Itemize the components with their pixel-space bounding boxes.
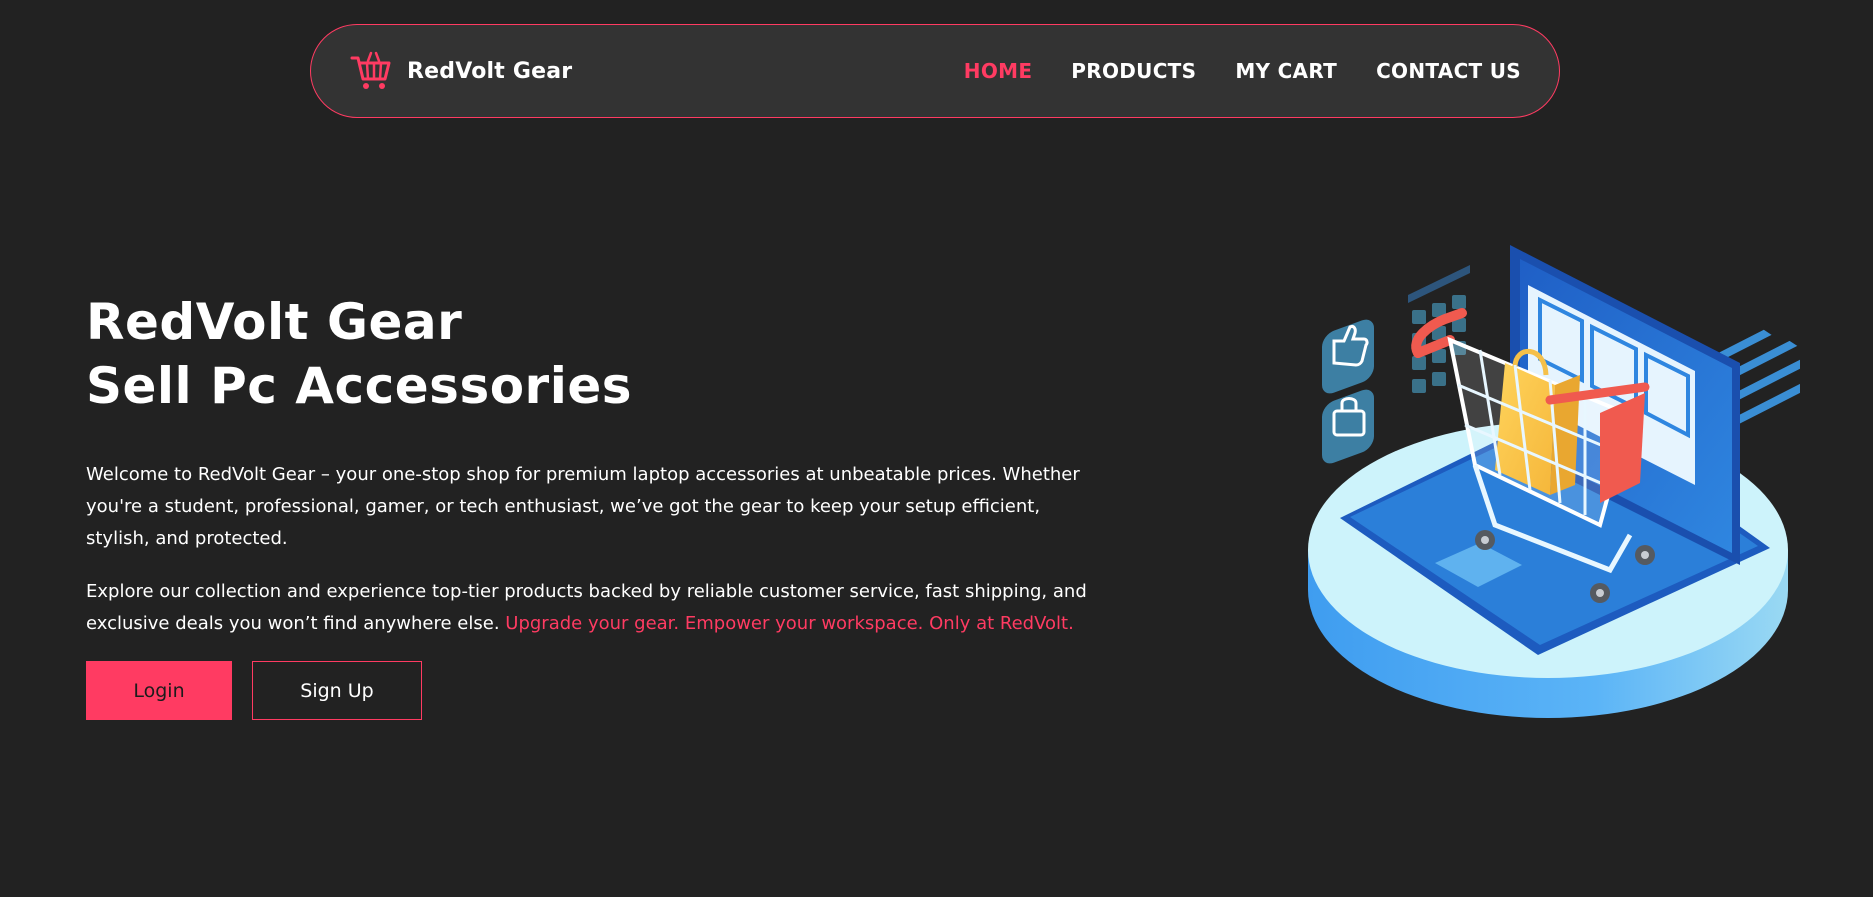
hero-title: RedVolt Gear Sell Pc Accessories (86, 290, 632, 418)
brand-name: RedVolt Gear (407, 58, 573, 84)
page: RedVolt Gear HOME PRODUCTS MY CART CONTA… (0, 0, 1873, 897)
nav-link-my-cart[interactable]: MY CART (1235, 59, 1337, 83)
hero-title-line-1: RedVolt Gear (86, 293, 463, 351)
hero-paragraph-2: Explore our collection and experience to… (86, 576, 1096, 640)
hero-title-line-2: Sell Pc Accessories (86, 357, 633, 415)
brand[interactable]: RedVolt Gear (349, 49, 572, 93)
laptop-shopping-cart-illustration (1308, 245, 1800, 718)
hero-tagline: Upgrade your gear. Empower your workspac… (505, 613, 1074, 634)
nav-link-contact-us[interactable]: CONTACT US (1376, 59, 1521, 83)
hero-buttons: Login Sign Up (86, 661, 422, 720)
sign-up-button[interactable]: Sign Up (252, 661, 422, 720)
nav-link-home[interactable]: HOME (964, 59, 1033, 83)
hero-paragraph-1: Welcome to RedVolt Gear – your one-stop … (86, 464, 1080, 549)
nav-link-products[interactable]: PRODUCTS (1071, 59, 1196, 83)
login-button[interactable]: Login (86, 661, 232, 720)
shopping-cart-icon (350, 51, 391, 89)
navbar: RedVolt Gear HOME PRODUCTS MY CART CONTA… (310, 24, 1560, 118)
nav-links: HOME PRODUCTS MY CART CONTACT US (964, 59, 1521, 83)
